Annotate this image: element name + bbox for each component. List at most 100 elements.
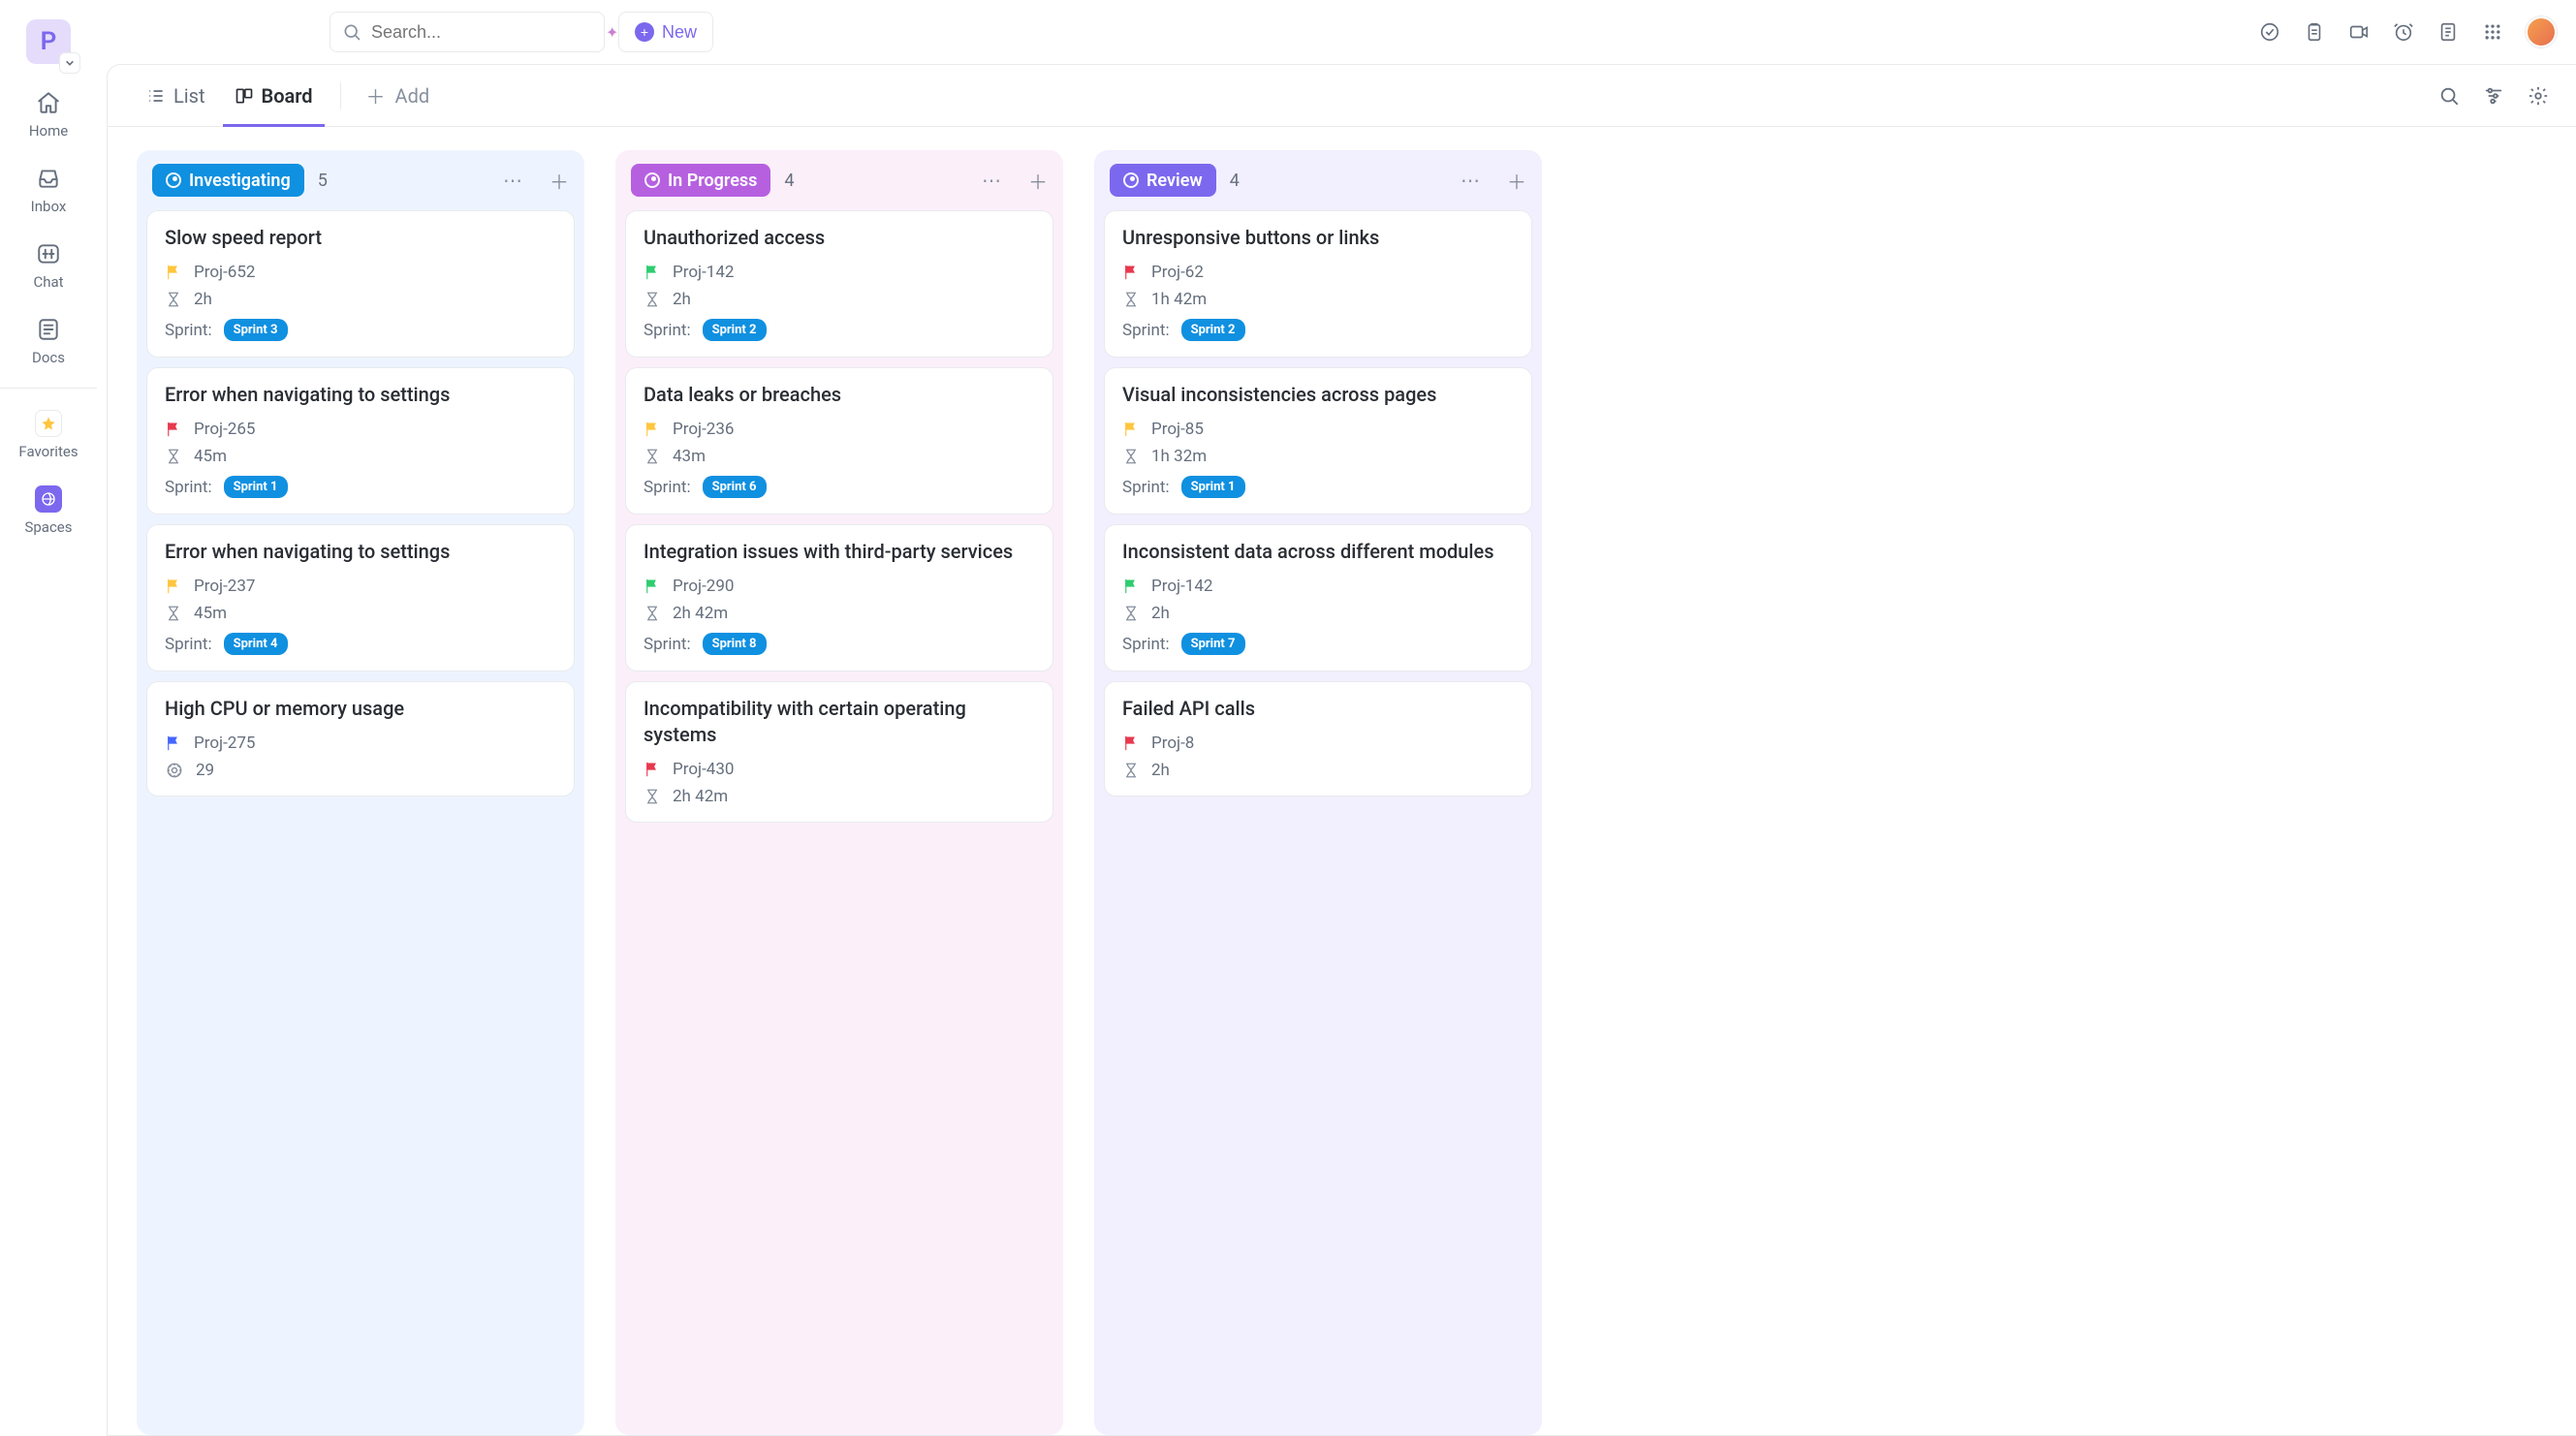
- status-dot-icon: [166, 172, 181, 188]
- status-label: In Progress: [668, 171, 757, 191]
- status-pill[interactable]: Review: [1110, 164, 1216, 197]
- board-icon: [235, 86, 254, 106]
- ai-sparkle-icon[interactable]: ✦: [606, 23, 618, 42]
- add-card-icon[interactable]: ＋: [1028, 167, 1048, 195]
- card[interactable]: Failed API calls Proj-8 2h: [1104, 681, 1532, 796]
- sidebar-item-label: Favorites: [18, 443, 78, 460]
- add-card-icon[interactable]: ＋: [550, 167, 569, 195]
- avatar[interactable]: [2526, 16, 2557, 47]
- alarm-icon[interactable]: [2392, 20, 2415, 44]
- card-project-id: Proj-265: [194, 420, 255, 439]
- apps-grid-icon[interactable]: [2481, 20, 2504, 44]
- card-title: Unresponsive buttons or links: [1122, 225, 1514, 251]
- sprint-chip[interactable]: Sprint 8: [703, 633, 767, 655]
- card-project-row: Proj-430: [644, 760, 1035, 779]
- card[interactable]: Inconsistent data across different modul…: [1104, 524, 1532, 671]
- sidebar-item-spaces[interactable]: Spaces: [0, 476, 97, 546]
- status-pill[interactable]: Investigating: [152, 164, 304, 197]
- points-icon: [165, 761, 184, 780]
- status-pill[interactable]: In Progress: [631, 164, 770, 197]
- video-icon[interactable]: [2347, 20, 2371, 44]
- card-time-value: 45m: [194, 604, 227, 623]
- sprint-chip[interactable]: Sprint 2: [1181, 319, 1245, 341]
- sidebar-item-docs[interactable]: Docs: [0, 306, 97, 376]
- priority-flag-icon: [1122, 578, 1140, 595]
- filter-icon[interactable]: [2483, 85, 2504, 107]
- sprint-chip[interactable]: Sprint 2: [703, 319, 767, 341]
- sprint-field-label: Sprint:: [1122, 635, 1170, 654]
- workspace-switcher[interactable]: P: [26, 19, 71, 64]
- search-box[interactable]: ✦: [330, 12, 605, 52]
- card-title: Incompatibility with certain operating s…: [644, 696, 1035, 748]
- sprint-field-label: Sprint:: [165, 478, 212, 497]
- card[interactable]: High CPU or memory usage Proj-275 29: [146, 681, 575, 796]
- card-project-row: Proj-85: [1122, 420, 1514, 439]
- add-card-icon[interactable]: ＋: [1507, 167, 1526, 195]
- sidebar-item-favorites[interactable]: Favorites: [0, 400, 97, 470]
- search-input[interactable]: [371, 22, 596, 43]
- card-project-id: Proj-652: [194, 263, 255, 282]
- card[interactable]: Data leaks or breaches Proj-236 43m Spri…: [625, 367, 1053, 515]
- card[interactable]: Slow speed report Proj-652 2h Sprint: Sp…: [146, 210, 575, 358]
- card[interactable]: Error when navigating to settings Proj-2…: [146, 367, 575, 515]
- sprint-chip[interactable]: Sprint 1: [1181, 476, 1245, 498]
- search-view-icon[interactable]: [2438, 85, 2460, 107]
- card[interactable]: Unresponsive buttons or links Proj-62 1h…: [1104, 210, 1532, 358]
- card-time-row: 29: [165, 761, 556, 780]
- card-time-value: 43m: [673, 447, 706, 466]
- sprint-field-label: Sprint:: [644, 635, 691, 654]
- column-header: Investigating 5 ⋯ ＋: [144, 164, 577, 210]
- chevron-down-icon[interactable]: [59, 52, 80, 74]
- settings-icon[interactable]: [2528, 85, 2549, 107]
- view-tab-label: List: [173, 84, 205, 108]
- sidebar-item-inbox[interactable]: Inbox: [0, 155, 97, 225]
- sprint-chip[interactable]: Sprint 7: [1181, 633, 1245, 655]
- card-project-id: Proj-290: [673, 577, 734, 596]
- topbar-actions: [2258, 16, 2557, 47]
- column-count: 4: [1230, 171, 1240, 191]
- card-project-id: Proj-275: [194, 734, 255, 753]
- card-time-value: 1h 32m: [1151, 447, 1207, 466]
- card-title: Visual inconsistencies across pages: [1122, 382, 1514, 408]
- card-title: Integration issues with third-party serv…: [644, 539, 1035, 565]
- sprint-chip[interactable]: Sprint 4: [224, 633, 288, 655]
- view-tab-board[interactable]: Board: [223, 65, 325, 126]
- card-time-row: 45m: [165, 604, 556, 623]
- card[interactable]: Visual inconsistencies across pages Proj…: [1104, 367, 1532, 515]
- card-time-value: 2h 42m: [673, 787, 728, 806]
- card[interactable]: Incompatibility with certain operating s…: [625, 681, 1053, 823]
- add-view-label: Add: [395, 84, 430, 108]
- new-button[interactable]: + New: [618, 12, 713, 52]
- sprint-chip[interactable]: Sprint 3: [224, 319, 288, 341]
- sidebar-item-home[interactable]: Home: [0, 79, 97, 149]
- card-time-row: 1h 42m: [1122, 290, 1514, 309]
- viewbar: List Board ＋ Add: [108, 65, 2576, 127]
- clipboard-icon[interactable]: [2303, 20, 2326, 44]
- card[interactable]: Integration issues with third-party serv…: [625, 524, 1053, 671]
- main: ✦ + New List: [97, 0, 2576, 1436]
- column-count: 4: [784, 171, 794, 191]
- card-project-id: Proj-142: [1151, 577, 1212, 596]
- card[interactable]: Unauthorized access Proj-142 2h Sprint: …: [625, 210, 1053, 358]
- view-tab-list[interactable]: List: [135, 65, 217, 126]
- column-menu-icon[interactable]: ⋯: [1461, 169, 1480, 192]
- sprint-field-label: Sprint:: [644, 321, 691, 340]
- note-icon[interactable]: [2436, 20, 2460, 44]
- check-circle-icon[interactable]: [2258, 20, 2281, 44]
- sprint-chip[interactable]: Sprint 6: [703, 476, 767, 498]
- sidebar-item-label: Spaces: [24, 518, 72, 536]
- column-menu-icon[interactable]: ⋯: [503, 169, 522, 192]
- card[interactable]: Error when navigating to settings Proj-2…: [146, 524, 575, 671]
- sidebar-item-chat[interactable]: Chat: [0, 231, 97, 300]
- column-header: Review 4 ⋯ ＋: [1102, 164, 1534, 210]
- card-time-value: 2h: [194, 290, 212, 309]
- card-time-row: 2h: [165, 290, 556, 309]
- card-time-value: 1h 42m: [1151, 290, 1207, 309]
- card-sprint-row: Sprint: Sprint 8: [644, 633, 1035, 655]
- card-sprint-row: Sprint: Sprint 3: [165, 319, 556, 341]
- add-view-button[interactable]: ＋ Add: [357, 81, 440, 109]
- column-menu-icon[interactable]: ⋯: [982, 169, 1001, 192]
- view-tab-label: Board: [262, 84, 313, 108]
- sprint-chip[interactable]: Sprint 1: [224, 476, 288, 498]
- card-time-row: 2h 42m: [644, 604, 1035, 623]
